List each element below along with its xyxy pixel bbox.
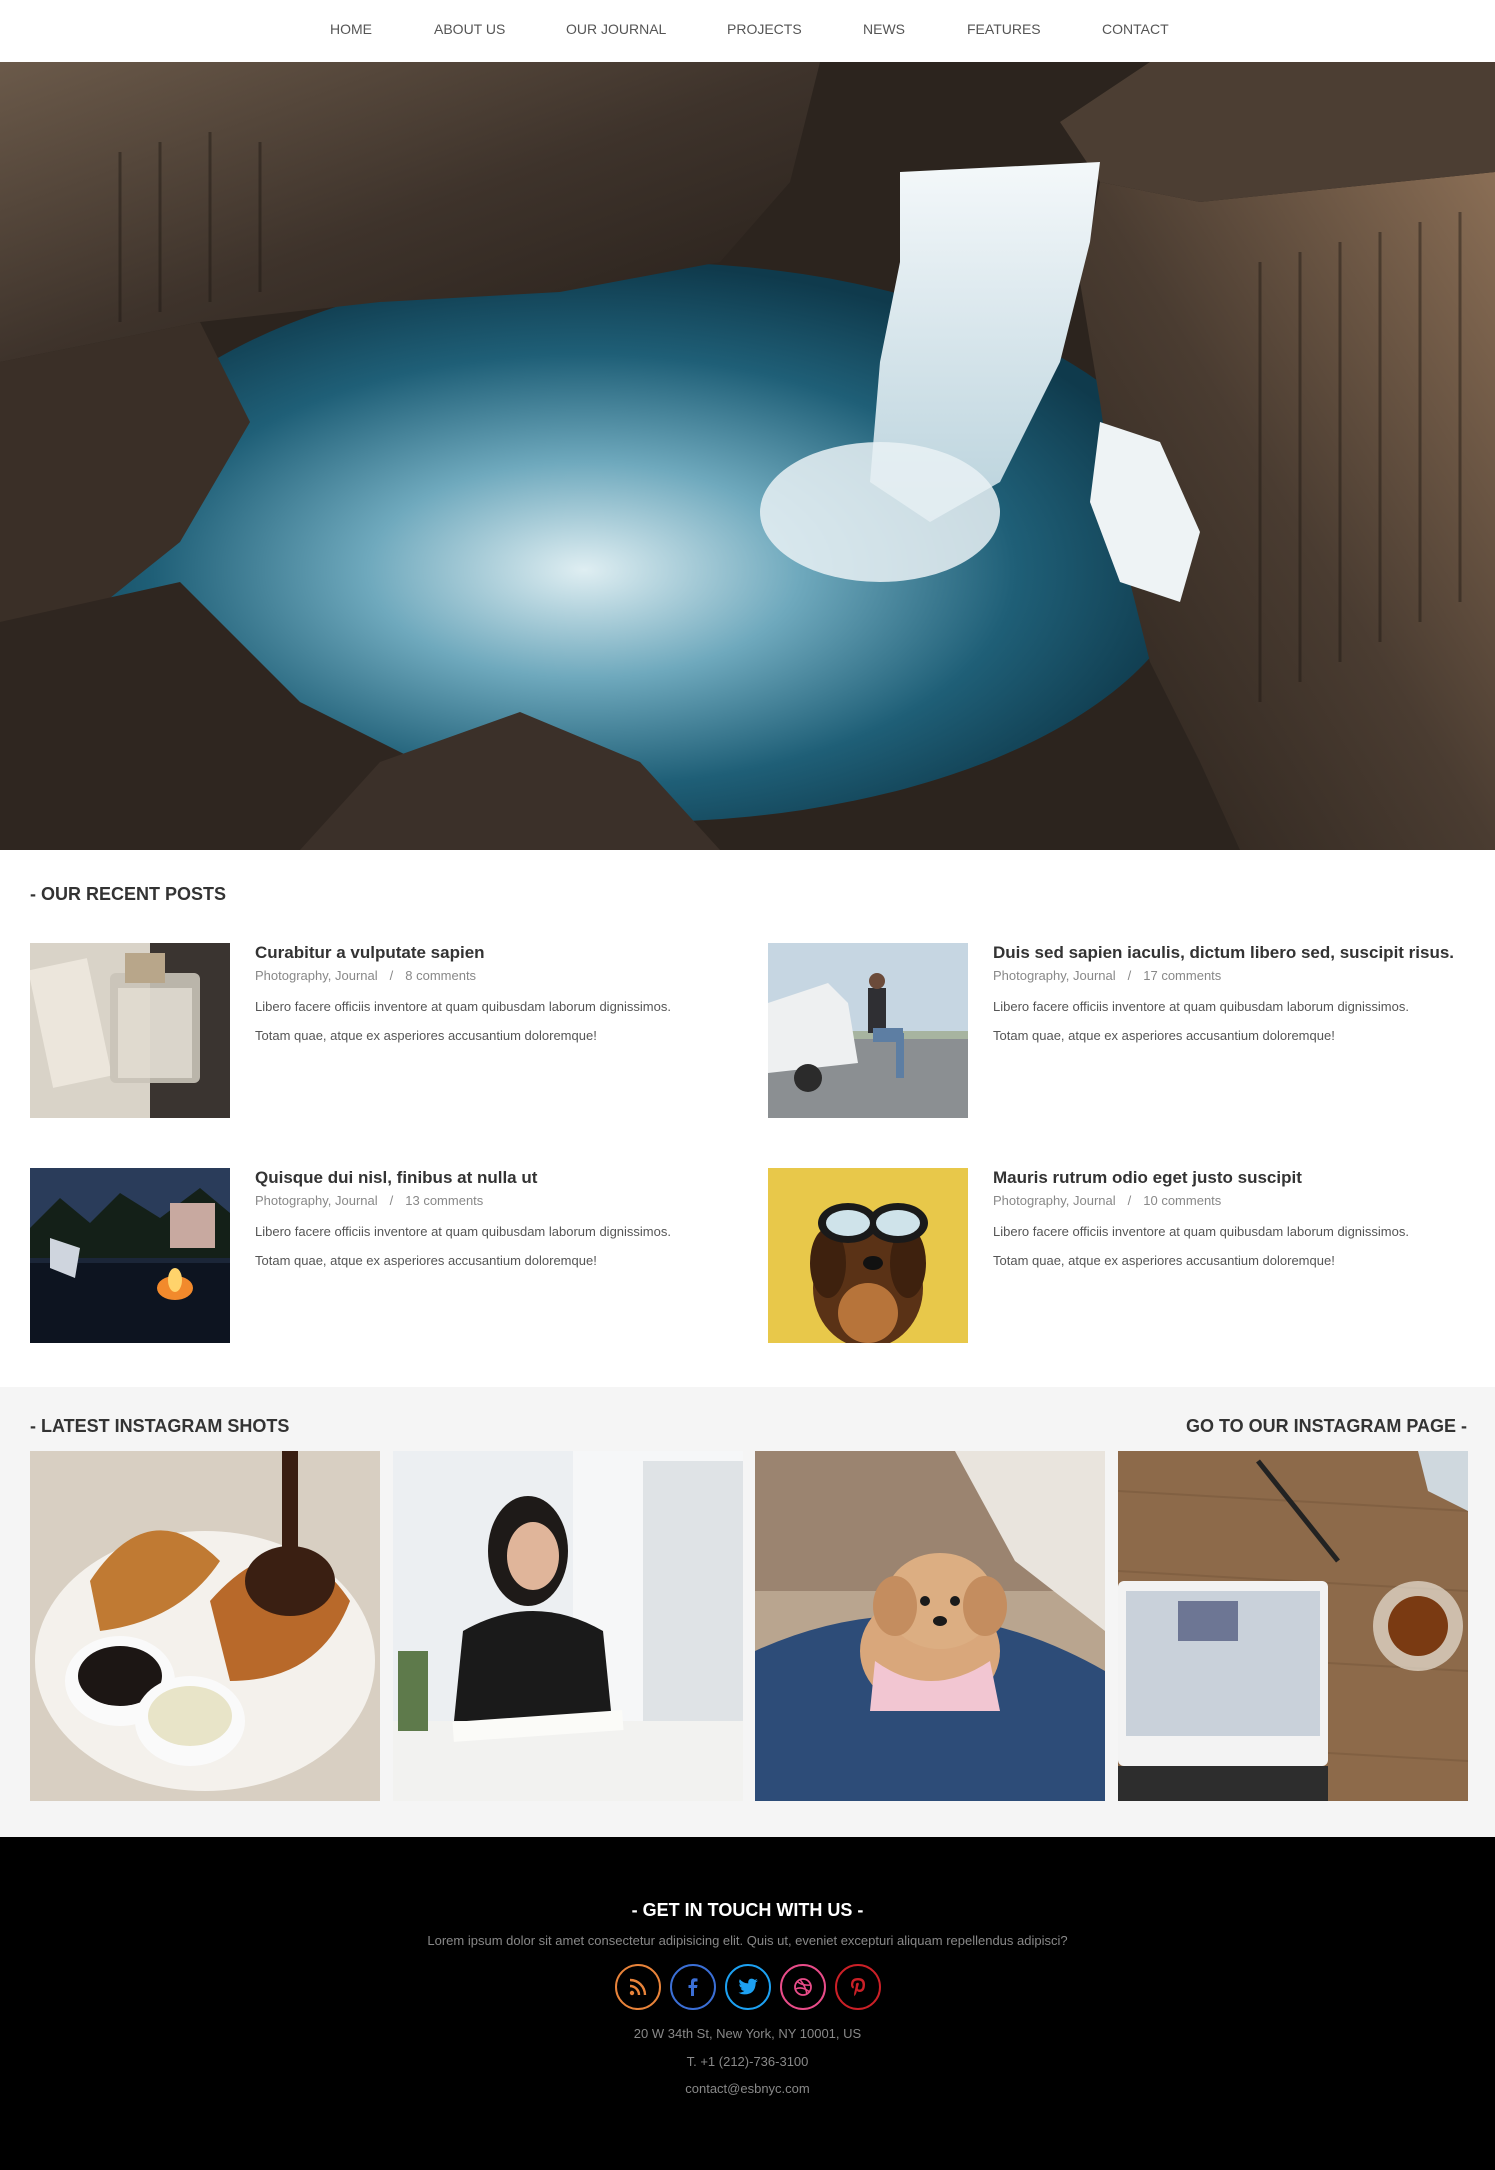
post-categories[interactable]: Photography, Journal bbox=[255, 968, 378, 983]
instagram-heading: - LATEST INSTAGRAM SHOTS bbox=[30, 1416, 290, 1436]
recent-posts-heading: - OUR RECENT POSTS bbox=[30, 884, 227, 904]
post-title[interactable]: Duis sed sapien iaculis, dictum libero s… bbox=[993, 943, 1454, 963]
post-comments-link[interactable]: 10 comments bbox=[1143, 1193, 1221, 1208]
post-comments-link[interactable]: 17 comments bbox=[1143, 968, 1221, 983]
post-excerpt-line: Libero facere officiis inventore at quam… bbox=[993, 999, 1409, 1014]
post-excerpt-line: Totam quae, atque ex asperiores accusant… bbox=[255, 1028, 597, 1043]
post-title[interactable]: Quisque dui nisl, finibus at nulla ut bbox=[255, 1168, 537, 1188]
meta-separator: / bbox=[389, 1193, 394, 1208]
instagram-shot-woman-writing[interactable] bbox=[393, 1451, 743, 1801]
meta-separator: / bbox=[1127, 1193, 1132, 1208]
post-categories[interactable]: Photography, Journal bbox=[255, 1193, 378, 1208]
hero-waterfall-image bbox=[0, 62, 1495, 850]
twitter-icon bbox=[738, 1978, 758, 1995]
post-excerpt-line: Totam quae, atque ex asperiores accusant… bbox=[993, 1253, 1335, 1268]
post-meta: Photography, Journal / 8 comments bbox=[255, 968, 476, 983]
footer-title: - GET IN TOUCH WITH US - bbox=[631, 1900, 864, 1920]
top-navigation: HOME ABOUT US OUR JOURNAL PROJECTS NEWS … bbox=[0, 0, 1495, 62]
post-meta: Photography, Journal / 13 comments bbox=[255, 1193, 483, 1208]
twitter-button[interactable] bbox=[725, 1964, 771, 2010]
nav-projects[interactable]: PROJECTS bbox=[727, 21, 802, 37]
instagram-page-link[interactable]: GO TO OUR INSTAGRAM PAGE - bbox=[1186, 1416, 1467, 1437]
nav-home[interactable]: HOME bbox=[330, 21, 372, 37]
post-categories[interactable]: Photography, Journal bbox=[993, 1193, 1116, 1208]
post-categories[interactable]: Photography, Journal bbox=[993, 968, 1116, 983]
post-meta: Photography, Journal / 10 comments bbox=[993, 1193, 1221, 1208]
post-excerpt-line: Totam quae, atque ex asperiores accusant… bbox=[993, 1028, 1335, 1043]
post-thumbnail-truck[interactable] bbox=[768, 943, 968, 1118]
nav-about-us[interactable]: ABOUT US bbox=[434, 21, 505, 37]
post-title[interactable]: Curabitur a vulputate sapien bbox=[255, 943, 485, 963]
dribbble-button[interactable] bbox=[780, 1964, 826, 2010]
nav-news[interactable]: NEWS bbox=[863, 21, 905, 37]
post-excerpt-line: Libero facere officiis inventore at quam… bbox=[993, 1224, 1409, 1239]
facebook-icon bbox=[688, 1978, 698, 1996]
pinterest-button[interactable] bbox=[835, 1964, 881, 2010]
post-excerpt-line: Totam quae, atque ex asperiores accusant… bbox=[255, 1253, 597, 1268]
post-excerpt-line: Libero facere officiis inventore at quam… bbox=[255, 999, 671, 1014]
meta-separator: / bbox=[389, 968, 394, 983]
facebook-button[interactable] bbox=[670, 1964, 716, 2010]
pinterest-icon bbox=[851, 1978, 865, 1997]
nav-our-journal[interactable]: OUR JOURNAL bbox=[566, 21, 666, 37]
dribbble-icon bbox=[794, 1978, 812, 1996]
rss-icon bbox=[629, 1978, 647, 1996]
footer-email-link[interactable]: contact@esbnyc.com bbox=[0, 2081, 1495, 2096]
post-thumbnail-dog[interactable] bbox=[768, 1168, 968, 1343]
footer-subtitle: Lorem ipsum dolor sit amet consectetur a… bbox=[427, 1933, 1068, 1948]
post-thumbnail-perfume[interactable] bbox=[30, 943, 230, 1118]
post-thumbnail-campfire[interactable] bbox=[30, 1168, 230, 1343]
post-comments-link[interactable]: 13 comments bbox=[405, 1193, 483, 1208]
nav-contact[interactable]: CONTACT bbox=[1102, 21, 1169, 37]
footer-address: 20 W 34th St, New York, NY 10001, US bbox=[633, 2026, 862, 2041]
post-comments-link[interactable]: 8 comments bbox=[405, 968, 476, 983]
instagram-shot-croissants[interactable] bbox=[30, 1451, 380, 1801]
rss-button[interactable] bbox=[615, 1964, 661, 2010]
meta-separator: / bbox=[1127, 968, 1132, 983]
footer-phone: T. +1 (212)-736-3100 bbox=[686, 2054, 809, 2069]
post-excerpt-line: Libero facere officiis inventore at quam… bbox=[255, 1224, 671, 1239]
instagram-shot-puppy[interactable] bbox=[755, 1451, 1105, 1801]
post-title[interactable]: Mauris rutrum odio eget justo suscipit bbox=[993, 1168, 1302, 1188]
instagram-shot-tablet-tea[interactable] bbox=[1118, 1451, 1468, 1801]
post-meta: Photography, Journal / 17 comments bbox=[993, 968, 1221, 983]
nav-features[interactable]: FEATURES bbox=[967, 21, 1041, 37]
